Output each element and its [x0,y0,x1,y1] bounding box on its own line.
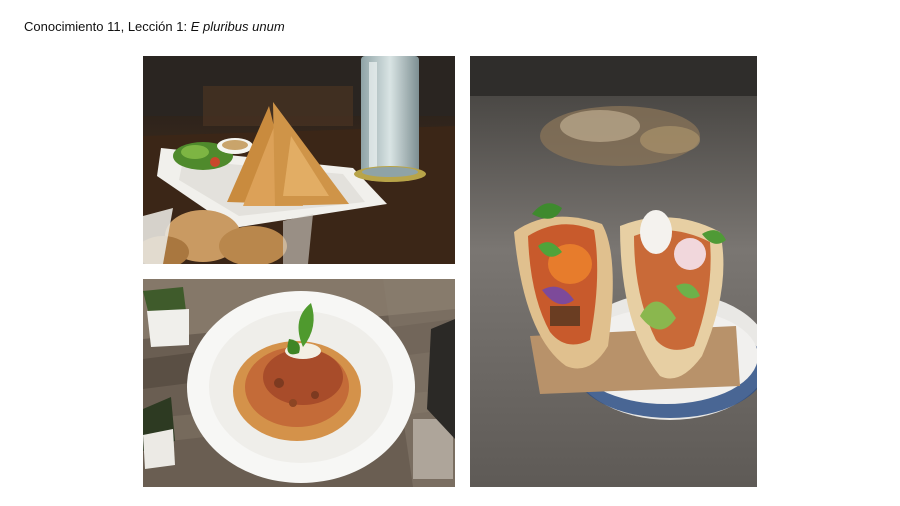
samosa-photo [143,56,455,264]
tacos-photo [470,56,757,487]
spaghetti-photo-illustration [143,279,455,487]
tacos-photo-illustration [470,56,757,487]
samosa-photo-illustration [143,56,455,264]
spaghetti-photo [143,279,455,487]
slide-title-italic: E pluribus unum [190,19,285,34]
slide-title-prefix: Conocimiento 11, Lección 1: [24,19,191,34]
slide-title: Conocimiento 11, Lección 1: E pluribus u… [24,19,285,34]
